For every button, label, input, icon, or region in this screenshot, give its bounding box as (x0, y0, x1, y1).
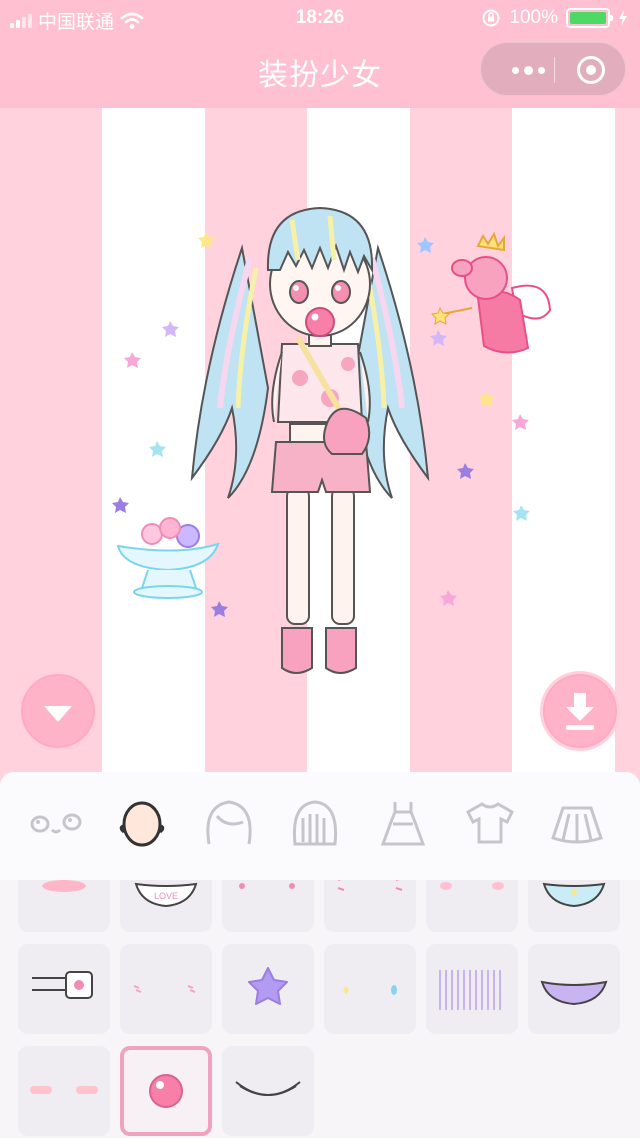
stripes-shadow-icon (439, 970, 501, 1010)
triangle-down-icon (44, 706, 72, 722)
grid-item-smile[interactable] (222, 1046, 314, 1136)
tab-head[interactable] (111, 794, 171, 854)
love-mask-label: LOVE (154, 891, 178, 901)
grid-item-tiny-blush[interactable] (120, 944, 212, 1034)
dressup-stage (0, 108, 640, 772)
love-mask-icon: LOVE (134, 882, 198, 908)
pink-blush-icon (42, 880, 86, 892)
tab-top[interactable] (460, 794, 520, 854)
top-bar: 中国联通 18:26 100% 装扮少女 (0, 0, 640, 108)
grid-item-bandage[interactable] (18, 944, 110, 1034)
save-image-button[interactable] (540, 671, 620, 751)
blue-mask-icon (542, 882, 606, 908)
tab-face-features[interactable] (25, 794, 85, 854)
tear-drops-icon (343, 985, 397, 995)
wardrobe-panel: LOVE (0, 772, 640, 1138)
star-cheeks-icon (239, 883, 295, 889)
dressup-girl (190, 206, 430, 674)
tiny-blush-icon (133, 985, 196, 993)
hair-bangs-icon (206, 800, 252, 845)
miniprogram-capsule (480, 42, 626, 96)
tab-hair-back[interactable] (285, 794, 345, 854)
battery-percent: 100% (509, 7, 558, 28)
tshirt-icon (466, 802, 514, 844)
download-icon (566, 693, 594, 730)
tab-skirt[interactable] (547, 794, 607, 854)
purple-mask-icon (540, 980, 608, 1006)
more-menu-button[interactable] (503, 43, 553, 97)
category-tab-bar (0, 772, 640, 880)
item-grid: LOVE (0, 880, 640, 1138)
tab-hair-front[interactable] (199, 794, 259, 854)
grid-item-tear-drops[interactable] (324, 944, 416, 1034)
smile-icon (235, 1081, 301, 1096)
soft-blush-icon (440, 882, 504, 890)
grid-item-bubble-gum[interactable] (120, 1046, 212, 1136)
bubble-gum-icon (149, 1074, 183, 1108)
grid-item-love-mask[interactable]: LOVE (120, 880, 212, 932)
rotation-lock-icon (482, 9, 500, 27)
skirt-icon (551, 806, 603, 844)
grid-item-soft-blush[interactable] (426, 880, 518, 932)
grid-item-blue-mask[interactable] (528, 880, 620, 932)
tab-dress[interactable] (373, 794, 433, 854)
oval-blush-icon (30, 1086, 98, 1094)
grid-item-purple-mask[interactable] (528, 944, 620, 1034)
hair-back-icon (292, 800, 338, 846)
close-miniprogram-button[interactable] (577, 56, 605, 84)
dress-icon (380, 802, 426, 846)
battery-icon (566, 8, 613, 28)
dash-blush-icon (337, 880, 403, 891)
grid-item-pink-blush[interactable] (18, 880, 110, 932)
bandage-icon (32, 971, 93, 999)
grid-item-dash-blush[interactable] (324, 880, 416, 932)
grid-item-stripes-shadow[interactable] (426, 944, 518, 1034)
ice-cream-sticker (116, 517, 220, 599)
fairy-pig-sticker (430, 231, 552, 354)
grid-item-purple-star[interactable] (222, 944, 314, 1034)
bald-head-icon (119, 801, 165, 847)
toggle-panel-button[interactable] (18, 671, 98, 751)
face-icon (30, 813, 82, 834)
grid-item-oval-blush[interactable] (18, 1046, 110, 1136)
charging-icon (619, 10, 627, 26)
status-bar: 中国联通 18:26 100% (0, 0, 640, 36)
grid-item-star-cheeks[interactable] (222, 880, 314, 932)
purple-star-icon (248, 967, 288, 1005)
